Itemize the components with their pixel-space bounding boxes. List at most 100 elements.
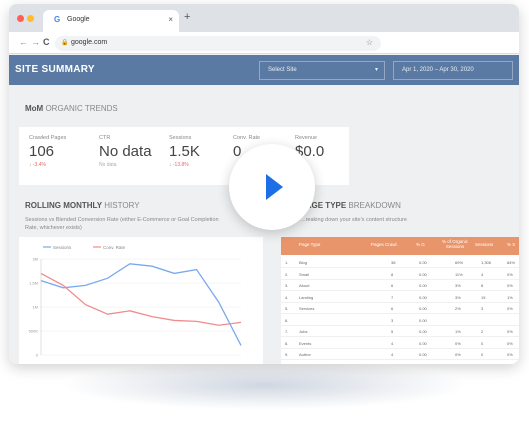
table-cell: 0.00 bbox=[419, 340, 427, 346]
legend-label: Conv. Rate bbox=[103, 245, 126, 250]
table-cell: 15 bbox=[481, 294, 486, 300]
table-cell: 1% bbox=[507, 294, 513, 300]
column-header[interactable]: % G bbox=[416, 242, 425, 247]
table-cell: 8. bbox=[285, 340, 289, 346]
table-cell: Blog bbox=[299, 260, 308, 265]
chevron-down-icon: ▾ bbox=[374, 67, 378, 73]
table-cell: 0.00 bbox=[419, 317, 427, 323]
column-header[interactable]: Page Type bbox=[299, 242, 320, 247]
page-title: SITE SUMMARY bbox=[15, 64, 95, 75]
kpi-ctr: CTR No data No data bbox=[99, 135, 152, 168]
play-icon bbox=[266, 174, 283, 200]
tab-title: Google bbox=[67, 16, 90, 23]
address-input[interactable]: 🔒 google.com ☆ bbox=[55, 36, 381, 51]
kpi-value: No data bbox=[99, 143, 152, 160]
table-cell: 7 bbox=[391, 294, 394, 300]
table-cell: 0% bbox=[507, 329, 513, 334]
table-cell: Events bbox=[299, 340, 312, 346]
table-row: 5. Services 6 0.00 2% 3 0% bbox=[281, 303, 519, 314]
column-header[interactable]: Sessions bbox=[475, 242, 493, 247]
table-cell: 0.00 bbox=[419, 294, 427, 300]
rolling-title-bold: ROLLING MONTHLY bbox=[25, 201, 103, 210]
kpi-label: Conv. Rate bbox=[233, 135, 261, 141]
table-cell: 8 bbox=[391, 271, 394, 277]
table-cell: 2% bbox=[455, 306, 461, 311]
y-tick-label: 500K bbox=[29, 329, 39, 334]
table-cell: 0 bbox=[481, 340, 484, 346]
table-cell: Landing bbox=[299, 294, 314, 300]
table-cell: 6. bbox=[285, 317, 289, 323]
table-cell: 0.00 bbox=[419, 329, 427, 334]
kpi-value: 1.5K bbox=[169, 143, 200, 160]
table-cell: Jobs bbox=[299, 329, 308, 334]
window-shadow bbox=[60, 360, 470, 410]
page-type-table: Page Type Pages Crawl. % G % of Organic … bbox=[281, 237, 519, 364]
star-icon[interactable]: ☆ bbox=[366, 38, 373, 47]
table-cell: 0.00 bbox=[419, 306, 427, 311]
table-cell: 1. bbox=[285, 260, 289, 265]
table-row: 6. 3 0.00 bbox=[281, 315, 519, 326]
series-line bbox=[40, 263, 242, 346]
legend-label: Sessions bbox=[53, 245, 72, 250]
table-cell: 3 bbox=[481, 306, 484, 311]
table-cell: 6 bbox=[391, 283, 394, 288]
column-header[interactable]: Pages Crawl. bbox=[371, 242, 398, 247]
table-cell: 6 bbox=[391, 306, 394, 311]
site-select[interactable]: Select Site ▾ bbox=[259, 61, 385, 80]
line-chart: Sessions Conv. Rate 2M 1.5M 1M 500K 0 bbox=[29, 245, 242, 358]
close-window-dot[interactable] bbox=[17, 15, 24, 22]
pagetype-title: PAGE TYPE BREAKDOWN bbox=[301, 201, 401, 210]
kpi-change: ↓ -13.8% bbox=[169, 162, 189, 168]
table-row: 1. Blog 38 0.00 69% 1,306 84% bbox=[281, 257, 519, 268]
table-cell: 0% bbox=[507, 340, 513, 346]
table-cell: Services bbox=[299, 306, 315, 311]
y-tick-label: 1M bbox=[32, 305, 38, 310]
date-range-select[interactable]: Apr 1, 2020 – Apr 30, 2020 bbox=[393, 61, 513, 80]
new-tab-button[interactable]: + bbox=[184, 11, 190, 23]
table-cell: 4. bbox=[285, 294, 289, 300]
table-cell: 8 bbox=[481, 283, 484, 288]
table-row: 3. About 6 0.00 3% 8 0% bbox=[281, 280, 519, 291]
back-icon[interactable]: ← bbox=[19, 37, 28, 47]
url-text: google.com bbox=[71, 39, 108, 46]
rolling-title: ROLLING MONTHLY HISTORY bbox=[25, 201, 140, 210]
table-row: 4. Landing 7 0.00 3% 15 1% bbox=[281, 292, 519, 303]
table-cell: 0.00 bbox=[419, 352, 427, 357]
site-select-label: Select Site bbox=[268, 67, 297, 73]
table-cell: 5 bbox=[391, 329, 394, 334]
rolling-history-chart: Sessions Conv. Rate 2M 1.5M 1M 500K 0 bbox=[19, 237, 263, 364]
rolling-title-rest: HISTORY bbox=[102, 201, 140, 210]
table-cell: 3% bbox=[455, 294, 461, 300]
table-header: Page Type Pages Crawl. % G % of Organic … bbox=[281, 237, 519, 255]
y-tick-label: 2M bbox=[32, 257, 38, 262]
table-cell: 3% bbox=[455, 283, 461, 288]
table-cell: 2 bbox=[481, 329, 484, 334]
table-cell: 0% bbox=[507, 352, 513, 357]
y-tick-label: 0 bbox=[36, 353, 39, 358]
column-header[interactable]: % S bbox=[507, 242, 515, 247]
table-cell: 4 bbox=[481, 271, 484, 277]
table-cell: 1% bbox=[455, 329, 461, 334]
report-header: SITE SUMMARY Select Site ▾ Apr 1, 2020 –… bbox=[9, 55, 519, 85]
table-cell: 69% bbox=[455, 260, 464, 265]
play-button[interactable] bbox=[229, 144, 315, 230]
column-header[interactable]: % of Organic Sessions bbox=[441, 239, 469, 249]
table-cell: Small bbox=[299, 271, 310, 277]
table-cell: 3. bbox=[285, 283, 289, 288]
table-cell: 0.00 bbox=[419, 283, 427, 288]
tab-google[interactable]: G Google × bbox=[43, 10, 179, 32]
table-row: 7. Jobs 5 0.00 1% 2 0% bbox=[281, 326, 519, 337]
forward-icon[interactable]: → bbox=[31, 37, 40, 47]
table-cell: 5. bbox=[285, 306, 289, 311]
google-icon: G bbox=[54, 15, 61, 24]
kpi-change: No data bbox=[99, 162, 117, 168]
reload-icon[interactable]: C bbox=[43, 37, 50, 47]
minimize-window-dot[interactable] bbox=[27, 15, 34, 22]
table-cell: 0.00 bbox=[419, 260, 427, 265]
table-cell: 4 bbox=[391, 340, 394, 346]
table-cell: 0% bbox=[507, 306, 513, 311]
kpi-crawled-pages: Crawled Pages 106 ↓ -3.4% bbox=[29, 135, 66, 168]
pagetype-title-rest: BREAKDOWN bbox=[346, 201, 401, 210]
table-cell: 1,306 bbox=[481, 260, 492, 265]
close-tab-icon[interactable]: × bbox=[168, 15, 173, 24]
